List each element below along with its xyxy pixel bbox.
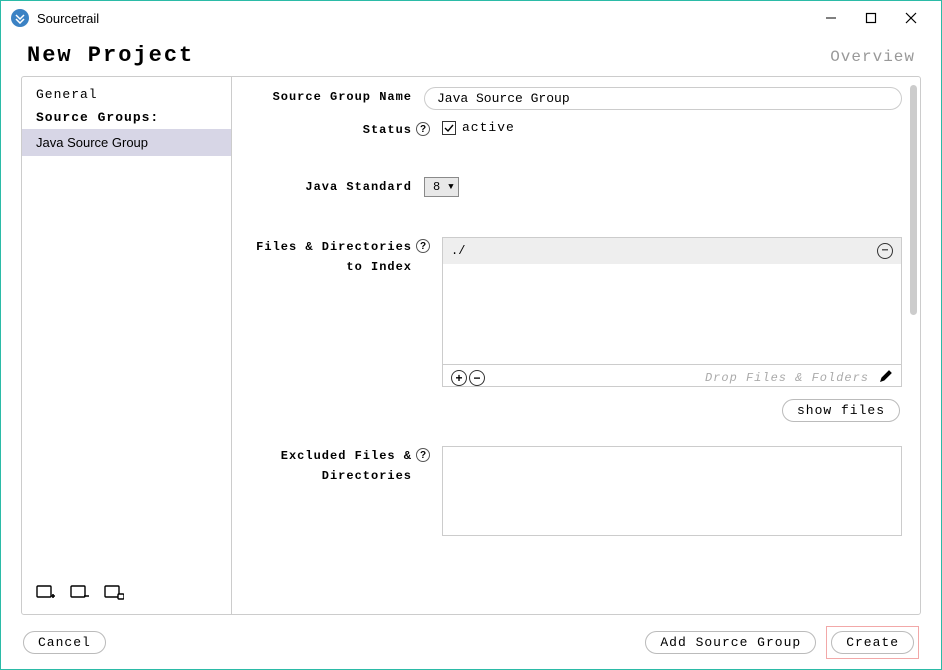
sidebar-toolbar: [22, 572, 231, 614]
sidebar-nav: General Source Groups: Java Source Group: [22, 77, 231, 572]
active-checkbox[interactable]: [442, 121, 456, 135]
label-excluded: Excluded Files & Directories: [242, 446, 412, 484]
check-icon: [444, 123, 454, 133]
row-files-to-index: Files & Directories to Index ? ./ ⋯ + −: [242, 237, 902, 422]
files-listbox: ./ ⋯ + − Drop Files & Folders: [442, 237, 902, 387]
minimize-button[interactable]: [811, 4, 851, 32]
cancel-button[interactable]: Cancel: [23, 631, 106, 654]
remove-group-icon[interactable]: [70, 584, 90, 602]
files-list-footer: + − Drop Files & Folders: [443, 364, 901, 391]
row-status: Status ? active: [242, 120, 902, 137]
overview-link[interactable]: Overview: [830, 48, 915, 66]
java-standard-select[interactable]: 8 ▼: [424, 177, 459, 197]
drop-hint: Drop Files & Folders: [705, 371, 869, 385]
form-area: Source Group Name Status ? active Java S…: [232, 77, 920, 614]
more-icon[interactable]: ⋯: [877, 243, 893, 259]
minimize-icon: [825, 12, 837, 24]
active-label: active: [462, 120, 515, 135]
label-java-standard: Java Standard: [242, 177, 412, 194]
label-source-group-name: Source Group Name: [242, 87, 412, 104]
page-header: New Project Overview: [1, 35, 941, 76]
help-icon[interactable]: ?: [416, 448, 430, 462]
sidebar: General Source Groups: Java Source Group: [22, 77, 232, 614]
maximize-icon: [865, 12, 877, 24]
java-standard-value: 8: [433, 180, 440, 194]
sidebar-item-general[interactable]: General: [22, 83, 231, 106]
add-path-button[interactable]: +: [451, 370, 467, 386]
scrollbar[interactable]: [910, 85, 917, 315]
remove-path-button[interactable]: −: [469, 370, 485, 386]
row-java-standard: Java Standard 8 ▼: [242, 177, 902, 197]
show-files-button[interactable]: show files: [782, 399, 900, 422]
create-button[interactable]: Create: [831, 631, 914, 654]
create-highlight: Create: [826, 626, 919, 659]
row-excluded: Excluded Files & Directories ?: [242, 446, 902, 536]
add-source-group-button[interactable]: Add Source Group: [645, 631, 816, 654]
copy-group-icon[interactable]: [104, 584, 124, 602]
close-icon: [905, 12, 917, 24]
help-icon[interactable]: ?: [416, 122, 430, 136]
row-source-group-name: Source Group Name: [242, 87, 902, 110]
add-group-icon[interactable]: [36, 584, 56, 602]
files-list-item-path: ./: [451, 244, 465, 258]
bottom-bar: Cancel Add Source Group Create: [1, 615, 941, 669]
source-group-name-input[interactable]: [424, 87, 902, 110]
help-icon[interactable]: ?: [416, 239, 430, 253]
files-list-item[interactable]: ./ ⋯: [443, 238, 901, 264]
sidebar-item-java-source-group[interactable]: Java Source Group: [22, 129, 231, 156]
sidebar-source-groups-label: Source Groups:: [22, 106, 231, 129]
edit-icon[interactable]: [879, 369, 893, 387]
label-status: Status: [242, 120, 412, 137]
app-title: Sourcetrail: [37, 11, 811, 26]
label-files-to-index: Files & Directories to Index: [242, 237, 412, 275]
chevron-down-icon: ▼: [448, 182, 453, 192]
close-button[interactable]: [891, 4, 931, 32]
content-frame: General Source Groups: Java Source Group…: [21, 76, 921, 615]
app-icon: [11, 9, 29, 27]
excluded-listbox[interactable]: [442, 446, 902, 536]
app-window: Sourcetrail New Project Overview General…: [0, 0, 942, 670]
page-title: New Project: [27, 43, 830, 68]
maximize-button[interactable]: [851, 4, 891, 32]
files-list-blank[interactable]: [443, 264, 901, 364]
titlebar: Sourcetrail: [1, 1, 941, 35]
